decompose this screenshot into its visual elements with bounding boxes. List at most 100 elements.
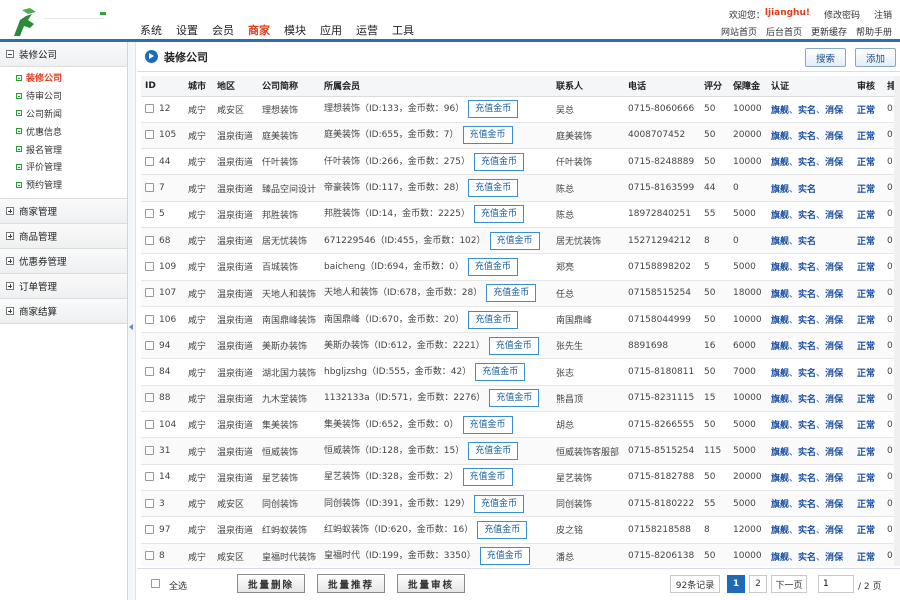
nav-item[interactable]: 会员 [212, 22, 234, 38]
status-cell[interactable]: 正常 [853, 253, 883, 281]
site-logo[interactable] [10, 6, 110, 38]
certification-link[interactable]: 实名 [798, 106, 816, 116]
certification-link[interactable]: 消保 [825, 132, 843, 142]
recharge-coins-button[interactable]: 充值金币 [473, 494, 524, 513]
nav-item[interactable]: 商家 [248, 22, 270, 38]
page-2-button[interactable]: 2 [749, 575, 767, 593]
recharge-coins-button[interactable]: 充值金币 [475, 363, 526, 382]
row-checkbox[interactable] [145, 551, 154, 561]
status-cell[interactable]: 正常 [853, 174, 883, 202]
nav-item[interactable]: 运营 [356, 22, 378, 38]
row-checkbox[interactable] [145, 472, 154, 482]
certification-link[interactable]: 消保 [825, 211, 843, 221]
recharge-coins-button[interactable]: 充值金币 [467, 257, 518, 276]
recharge-coins-button[interactable]: 充值金币 [479, 547, 530, 566]
certification-link[interactable]: 旗舰 [771, 316, 789, 326]
certification-link[interactable]: 消保 [825, 316, 843, 326]
bulk-delete-button[interactable]: 批量删除 [237, 574, 306, 593]
sidebar-item[interactable]: 报名管理 [0, 140, 127, 158]
certification-link[interactable]: 旗舰 [771, 158, 789, 168]
certification-link[interactable]: 消保 [825, 342, 843, 352]
sidebar-item[interactable]: 待审公司 [0, 87, 127, 105]
recharge-coins-button[interactable]: 充值金币 [489, 389, 540, 408]
change-password-link[interactable]: 修改密码 [824, 8, 860, 21]
certification-link[interactable]: 旗舰 [771, 500, 789, 510]
row-checkbox[interactable] [145, 314, 154, 324]
row-checkbox[interactable] [145, 419, 154, 429]
status-cell[interactable]: 正常 [853, 332, 883, 360]
certification-link[interactable]: 旗舰 [771, 211, 789, 221]
search-button[interactable]: 搜索 [805, 48, 847, 67]
select-all-checkbox[interactable] [151, 579, 160, 588]
status-cell[interactable]: 正常 [853, 96, 883, 123]
row-checkbox[interactable] [145, 183, 154, 193]
recharge-coins-button[interactable]: 充值金币 [473, 205, 524, 224]
certification-link[interactable]: 实名 [798, 237, 816, 247]
bulk-recommend-button[interactable]: 批量推荐 [317, 574, 386, 593]
status-cell[interactable]: 正常 [853, 411, 883, 439]
certification-link[interactable]: 消保 [825, 474, 843, 484]
site-home-link[interactable]: 网站首页 [721, 25, 757, 38]
status-cell[interactable]: 正常 [853, 543, 883, 566]
row-checkbox[interactable] [145, 367, 154, 377]
certification-link[interactable]: 消保 [825, 553, 843, 563]
certification-link[interactable]: 实名 [798, 158, 816, 168]
recharge-coins-button[interactable]: 充值金币 [462, 468, 513, 487]
sidebar-item[interactable]: 评价管理 [0, 158, 127, 176]
certification-link[interactable]: 旗舰 [771, 395, 789, 405]
recharge-coins-button[interactable]: 充值金币 [468, 100, 519, 119]
certification-link[interactable]: 实名 [798, 316, 816, 326]
row-checkbox[interactable] [145, 524, 154, 534]
recharge-coins-button[interactable]: 充值金币 [486, 284, 537, 303]
status-cell[interactable]: 正常 [853, 358, 883, 386]
certification-link[interactable]: 消保 [825, 106, 843, 116]
row-checkbox[interactable] [145, 261, 154, 271]
sidebar-item[interactable]: 预约管理 [0, 176, 127, 194]
row-checkbox[interactable] [145, 393, 154, 403]
row-checkbox[interactable] [145, 446, 154, 455]
certification-link[interactable]: 实名 [798, 342, 816, 352]
nav-item[interactable]: 设置 [176, 22, 198, 38]
status-cell[interactable]: 正常 [853, 516, 883, 544]
certification-link[interactable]: 消保 [825, 500, 843, 510]
sidebar-collapse-handle[interactable] [128, 42, 136, 600]
sidebar-group[interactable]: 装修公司 [0, 42, 127, 67]
status-cell[interactable]: 正常 [853, 280, 883, 307]
certification-link[interactable]: 实名 [798, 211, 816, 221]
certification-link[interactable]: 实名 [798, 290, 816, 300]
row-checkbox[interactable] [145, 209, 154, 219]
certification-link[interactable]: 旗舰 [771, 290, 789, 300]
nav-item[interactable]: 模块 [284, 22, 306, 38]
certification-link[interactable]: 旗舰 [771, 106, 789, 116]
recharge-coins-button[interactable]: 充值金币 [468, 179, 519, 198]
status-cell[interactable]: 正常 [853, 148, 883, 176]
row-checkbox[interactable] [145, 235, 154, 245]
certification-link[interactable]: 旗舰 [771, 185, 789, 195]
sidebar-group[interactable]: 订单管理 [0, 273, 127, 299]
certification-link[interactable]: 消保 [825, 290, 843, 300]
add-button[interactable]: 添加 [855, 48, 897, 67]
certification-link[interactable]: 实名 [798, 369, 816, 379]
certification-link[interactable]: 实名 [798, 395, 816, 405]
certification-link[interactable]: 旗舰 [771, 553, 789, 563]
nav-item[interactable]: 系统 [140, 22, 162, 38]
certification-link[interactable]: 旗舰 [771, 421, 789, 431]
row-checkbox[interactable] [145, 288, 154, 298]
status-cell[interactable]: 正常 [853, 201, 883, 228]
status-cell[interactable]: 正常 [853, 122, 883, 150]
certification-link[interactable]: 消保 [825, 526, 843, 536]
bulk-review-button[interactable]: 批量审核 [397, 574, 466, 593]
certification-link[interactable]: 消保 [825, 421, 843, 431]
certification-link[interactable]: 实名 [798, 500, 816, 510]
nav-item[interactable]: 工具 [392, 22, 414, 38]
certification-link[interactable]: 实名 [798, 421, 816, 431]
certification-link[interactable]: 旗舰 [771, 342, 789, 352]
status-cell[interactable]: 正常 [853, 437, 883, 465]
certification-link[interactable]: 旗舰 [771, 369, 789, 379]
recharge-coins-button[interactable]: 充值金币 [462, 126, 513, 145]
logout-link[interactable]: 注销 [874, 8, 892, 21]
certification-link[interactable]: 实名 [798, 553, 816, 563]
row-checkbox[interactable] [145, 498, 154, 508]
certification-link[interactable]: 实名 [798, 263, 816, 273]
recharge-coins-button[interactable]: 充值金币 [462, 415, 513, 434]
